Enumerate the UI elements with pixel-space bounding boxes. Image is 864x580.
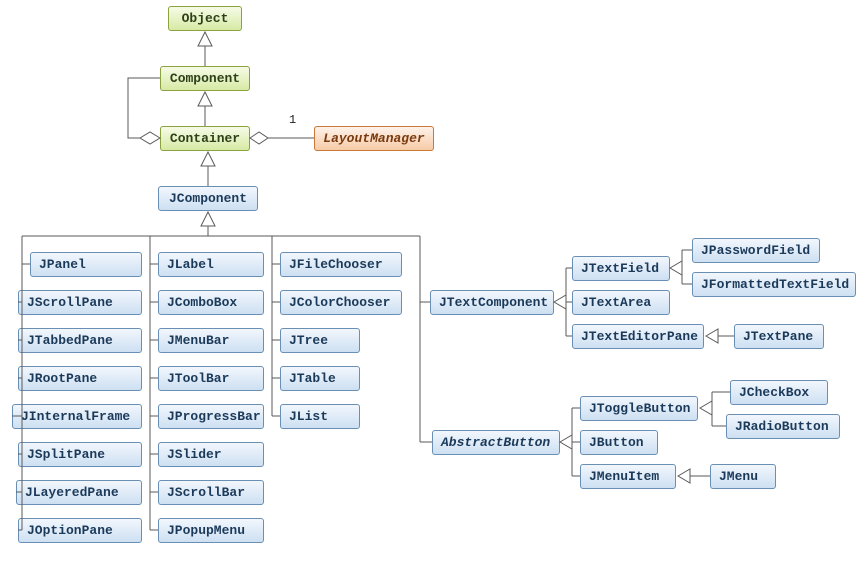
class-abstractbutton: AbstractButton	[432, 430, 560, 455]
class-container: Container	[160, 126, 250, 151]
class-jlayeredpane: JLayeredPane	[16, 480, 142, 505]
class-jsplitpane: JSplitPane	[18, 442, 142, 467]
class-component: Component	[160, 66, 250, 91]
class-jtexteditorpane: JTextEditorPane	[572, 324, 704, 349]
class-jcomponent: JComponent	[158, 186, 258, 211]
class-jmenuitem: JMenuItem	[580, 464, 676, 489]
class-joptionpane: JOptionPane	[18, 518, 142, 543]
class-jtextpane: JTextPane	[734, 324, 824, 349]
class-jmenubar: JMenuBar	[158, 328, 264, 353]
class-jfilechooser: JFileChooser	[280, 252, 402, 277]
class-jpanel: JPanel	[30, 252, 142, 277]
class-jscrollbar: JScrollBar	[158, 480, 264, 505]
class-jinternalframe: JInternalFrame	[12, 404, 142, 429]
class-jtree: JTree	[280, 328, 360, 353]
interface-layoutmanager: LayoutManager	[314, 126, 434, 151]
class-jtextcomponent: JTextComponent	[430, 290, 554, 315]
class-jbutton: JButton	[580, 430, 658, 455]
class-jcheckbox: JCheckBox	[730, 380, 828, 405]
class-jtabbedpane: JTabbedPane	[18, 328, 142, 353]
class-jmenu: JMenu	[710, 464, 776, 489]
class-object: Object	[168, 6, 242, 31]
class-jpopupmenu: JPopupMenu	[158, 518, 264, 543]
class-jtextfield: JTextField	[572, 256, 670, 281]
class-jtable: JTable	[280, 366, 360, 391]
multiplicity-container-layout: 1	[289, 113, 296, 127]
class-jradiobutton: JRadioButton	[726, 414, 840, 439]
class-jlist: JList	[280, 404, 360, 429]
class-jpasswordfield: JPasswordField	[692, 238, 820, 263]
class-jrootpane: JRootPane	[18, 366, 142, 391]
class-jslider: JSlider	[158, 442, 264, 467]
class-jtoolbar: JToolBar	[158, 366, 264, 391]
class-jcombobox: JComboBox	[158, 290, 264, 315]
class-jtogglebutton: JToggleButton	[580, 396, 698, 421]
class-jscrollpane: JScrollPane	[18, 290, 142, 315]
class-jcolorchooser: JColorChooser	[280, 290, 402, 315]
class-jprogressbar: JProgressBar	[158, 404, 264, 429]
class-jtextarea: JTextArea	[572, 290, 670, 315]
class-jlabel: JLabel	[158, 252, 264, 277]
class-jformattedtextfield: JFormattedTextField	[692, 272, 856, 297]
